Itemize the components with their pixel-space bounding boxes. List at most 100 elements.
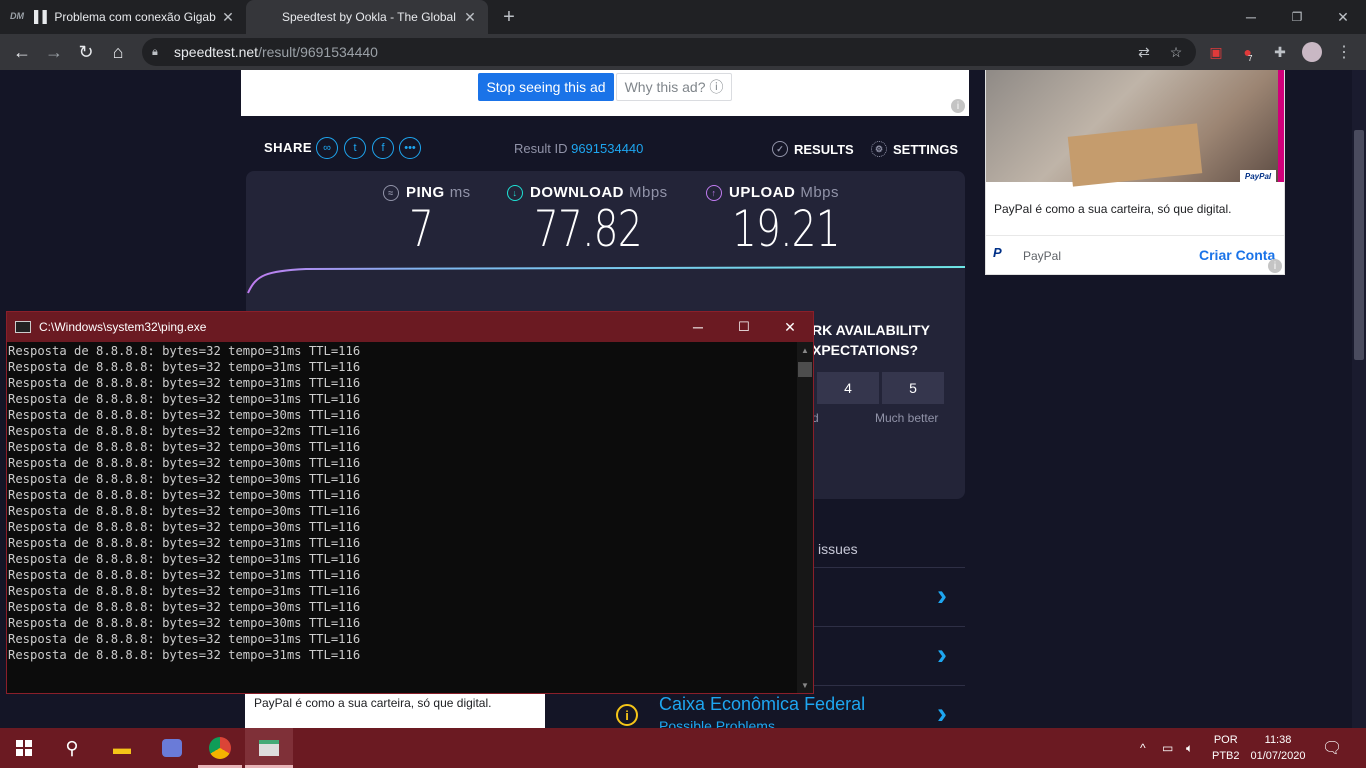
chevron-right-icon[interactable]: ›: [932, 697, 952, 730]
console-maximize-icon[interactable]: ☐: [721, 312, 767, 342]
bookmark-star-icon[interactable]: ☆: [1162, 38, 1190, 66]
extension-badge-icon[interactable]: ● 7: [1234, 38, 1262, 66]
settings-link[interactable]: ⚙ SETTINGS: [871, 141, 958, 157]
check-circle-icon: ✓: [772, 141, 788, 157]
close-window-icon[interactable]: ✕: [1320, 0, 1366, 34]
translate-icon[interactable]: ⇄: [1130, 38, 1158, 66]
console-line: Resposta de 8.8.8.8: bytes=32 tempo=30ms…: [8, 520, 361, 534]
app-icon[interactable]: [148, 728, 196, 768]
ad-badge: PayPal: [1240, 170, 1276, 182]
result-id-value[interactable]: 9691534440: [571, 141, 643, 156]
network-icon[interactable]: ▭: [1162, 728, 1173, 768]
ping-unit: ms: [449, 184, 471, 201]
ping-icon: ≈: [383, 184, 399, 201]
console-line: Resposta de 8.8.8.8: bytes=32 tempo=31ms…: [8, 568, 361, 582]
rating-option-4[interactable]: 4: [817, 372, 879, 404]
ad-sidebar-text: PayPal é como a sua carteira, só que dig…: [994, 202, 1232, 216]
share-more-icon[interactable]: •••: [399, 137, 421, 159]
volume-icon[interactable]: 🔈︎: [1186, 728, 1193, 768]
console-line: Resposta de 8.8.8.8: bytes=32 tempo=30ms…: [8, 488, 361, 502]
console-app-icon: [15, 321, 31, 333]
console-scrollbar[interactable]: [797, 342, 813, 693]
back-icon[interactable]: ←: [6, 34, 38, 70]
upload-unit: Mbps: [800, 184, 840, 201]
chrome-icon[interactable]: [196, 728, 244, 768]
forward-icon[interactable]: →: [38, 34, 70, 70]
console-line: Resposta de 8.8.8.8: bytes=32 tempo=30ms…: [8, 472, 361, 486]
survey-question-line1: RK AVAILABILITY: [812, 322, 930, 338]
console-scroll-down-icon[interactable]: ▼: [797, 678, 813, 692]
rating-high-label: Much better: [875, 411, 939, 425]
result-id-label: Result ID: [514, 141, 568, 156]
tray-chevron-up-icon[interactable]: ^: [1140, 728, 1146, 768]
stop-seeing-ad-button[interactable]: Stop seeing this ad: [478, 73, 614, 101]
upload-label-text: UPLOAD: [729, 184, 796, 201]
restore-window-icon[interactable]: ❐: [1274, 0, 1320, 34]
settings-label: SETTINGS: [893, 141, 959, 157]
ad-info-icon[interactable]: i: [951, 99, 965, 113]
tab-gigabit-problem[interactable]: DM ▌▌ Problema com conexão Gigab ✕: [0, 0, 246, 34]
search-icon[interactable]: ⚲: [48, 728, 96, 768]
speed-graph-line: [247, 266, 965, 294]
download-value: 77.82: [534, 200, 643, 258]
console-line: Resposta de 8.8.8.8: bytes=32 tempo=31ms…: [8, 552, 361, 566]
share-facebook-icon[interactable]: f: [372, 137, 394, 159]
upload-value: 19.21: [732, 200, 841, 258]
console-output[interactable]: Resposta de 8.8.8.8: bytes=32 tempo=31ms…: [7, 342, 797, 692]
ad-bottom-text: PayPal é como a sua carteira, só que dig…: [254, 696, 492, 710]
windows-start-icon[interactable]: [0, 728, 48, 768]
download-arrow-icon: ↓: [507, 184, 523, 201]
reload-icon[interactable]: ↻: [70, 34, 102, 70]
minimize-window-icon[interactable]: ─: [1228, 0, 1274, 34]
why-this-ad-button[interactable]: Why this ad? ⓘ: [616, 73, 732, 101]
clock-time: 11:38: [1264, 734, 1292, 746]
pdf-extension-icon[interactable]: ▣: [1202, 38, 1230, 66]
chevron-right-icon[interactable]: ›: [932, 579, 952, 612]
rating-option-5[interactable]: 5: [882, 372, 944, 404]
results-link[interactable]: ✓ RESULTS: [772, 141, 854, 157]
console-line: Resposta de 8.8.8.8: bytes=32 tempo=31ms…: [8, 344, 361, 358]
file-explorer-icon[interactable]: ▬: [98, 728, 146, 768]
survey-question: RK AVAILABILITY XPECTATIONS?: [812, 320, 930, 360]
ad-image-accent: [1278, 70, 1284, 182]
new-tab-button[interactable]: +: [494, 0, 524, 34]
console-line: Resposta de 8.8.8.8: bytes=32 tempo=31ms…: [8, 392, 361, 406]
tab-speedtest[interactable]: Speedtest by Ookla - The Global ✕: [246, 0, 488, 34]
share-link-icon[interactable]: ∞: [316, 137, 338, 159]
console-line: Resposta de 8.8.8.8: bytes=32 tempo=31ms…: [8, 376, 361, 390]
console-taskbar-icon[interactable]: [245, 728, 293, 768]
download-label: ↓ DOWNLOAD Mbps: [507, 184, 668, 201]
url-path: /result/9691534440: [258, 44, 378, 60]
keyboard-layout: PTB2: [1212, 750, 1240, 762]
console-line: Resposta de 8.8.8.8: bytes=32 tempo=32ms…: [8, 424, 361, 438]
console-close-icon[interactable]: ✕: [767, 312, 813, 342]
profile-avatar-icon[interactable]: [1298, 38, 1326, 66]
isp-name[interactable]: Caixa Econômica Federal: [659, 694, 865, 715]
clock[interactable]: 11:38 01/07/2020: [1248, 732, 1308, 764]
ping-label: ≈ PING ms: [383, 184, 471, 201]
create-account-button[interactable]: Criar Conta: [1199, 247, 1275, 263]
console-line: Resposta de 8.8.8.8: bytes=32 tempo=30ms…: [8, 504, 361, 518]
address-bar[interactable]: 🔒︎ speedtest.net /result/9691534440: [142, 38, 1196, 66]
chrome-menu-icon[interactable]: ⋮: [1330, 38, 1358, 66]
console-scroll-up-icon[interactable]: ▲: [797, 343, 813, 357]
close-tab-icon[interactable]: ✕: [462, 9, 478, 26]
download-label-text: DOWNLOAD: [530, 184, 624, 201]
share-twitter-icon[interactable]: t: [344, 137, 366, 159]
chevron-right-icon[interactable]: ›: [932, 638, 952, 671]
language-indicator[interactable]: POR PTB2: [1212, 732, 1240, 764]
ad-info-icon[interactable]: i: [1268, 259, 1282, 273]
notifications-icon[interactable]: 🗨︎: [1322, 728, 1342, 768]
extensions-puzzle-icon[interactable]: ✚: [1266, 38, 1294, 66]
console-line: Resposta de 8.8.8.8: bytes=32 tempo=30ms…: [8, 600, 361, 614]
result-id: Result ID 9691534440: [514, 141, 643, 156]
console-minimize-icon[interactable]: ─: [675, 312, 721, 342]
upload-arrow-icon: ↑: [706, 184, 722, 201]
survey-question-line2: XPECTATIONS?: [812, 342, 919, 358]
home-icon[interactable]: ⌂: [102, 34, 134, 70]
page-scrollbar-thumb[interactable]: [1354, 130, 1364, 360]
close-tab-icon[interactable]: ✕: [220, 9, 236, 26]
console-scrollbar-thumb[interactable]: [798, 362, 812, 377]
warning-icon: i: [616, 704, 638, 726]
console-line: Resposta de 8.8.8.8: bytes=32 tempo=30ms…: [8, 408, 361, 422]
